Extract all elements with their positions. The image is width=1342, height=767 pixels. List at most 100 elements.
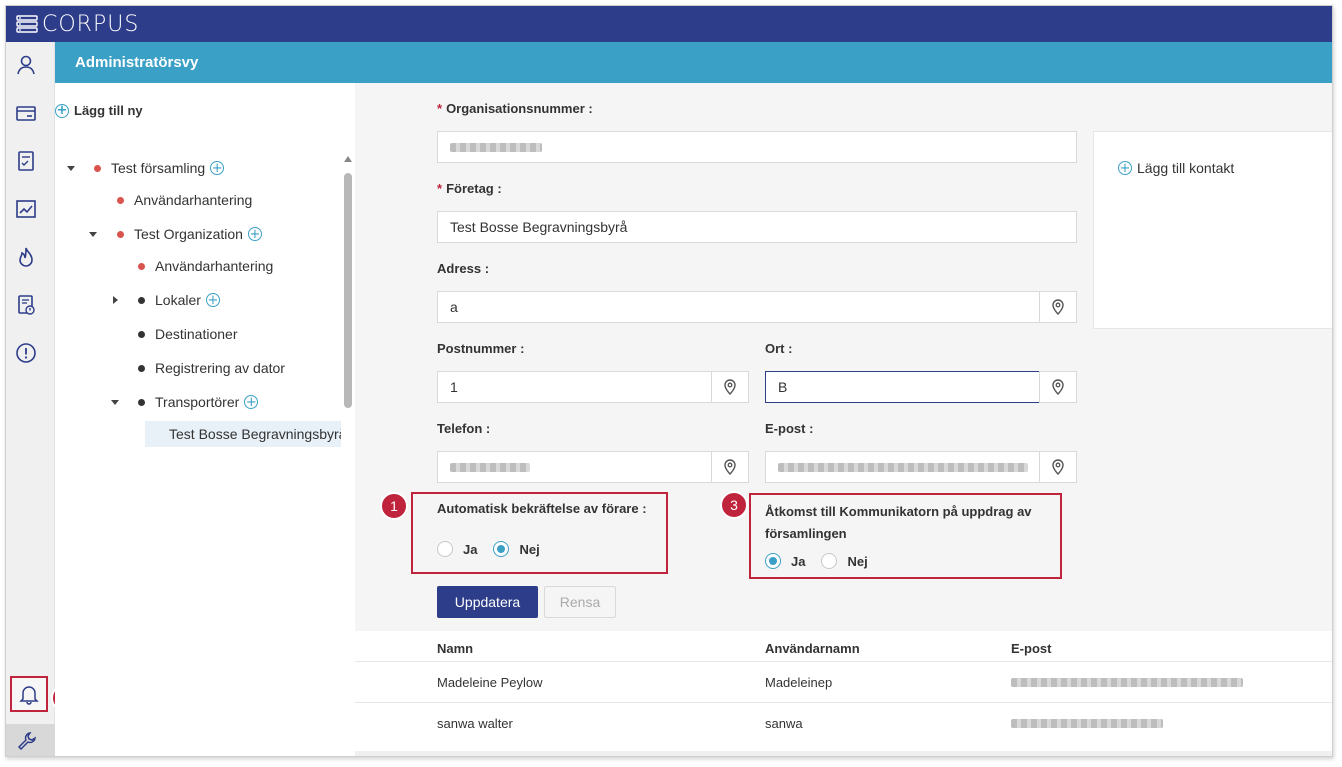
cell-email-redacted xyxy=(1011,719,1163,728)
clear-button[interactable]: Rensa xyxy=(544,586,616,618)
tree-node-label: Registrering av dator xyxy=(155,360,285,376)
report-icon[interactable] xyxy=(15,294,37,316)
tree-node[interactable]: Test församling + xyxy=(67,155,225,181)
app-window: CORPUS Administratörsvy + Lägg till ny T… xyxy=(5,5,1333,757)
add-circle-icon: + xyxy=(1118,160,1132,176)
caret-down-icon[interactable] xyxy=(67,166,75,171)
radio-nej[interactable] xyxy=(821,553,838,569)
add-child-icon[interactable]: + xyxy=(210,161,225,175)
radio-nej-label: Nej xyxy=(519,541,540,557)
update-button[interactable]: Uppdatera xyxy=(437,586,538,618)
address-label: Adress : xyxy=(437,261,490,276)
status-dot xyxy=(117,230,124,238)
tree-node[interactable]: Lokaler + xyxy=(113,287,220,313)
map-pin-icon xyxy=(724,459,736,475)
checklist-icon[interactable] xyxy=(15,150,37,172)
tree-node-label: Användarhantering xyxy=(155,258,274,274)
postal-code-location-button[interactable] xyxy=(711,371,749,403)
settings-area xyxy=(6,724,55,756)
auto-confirm-radio-group: Ja Nej xyxy=(437,541,556,557)
caret-right-icon[interactable] xyxy=(113,296,118,304)
tree-node-label: Test församling xyxy=(111,160,206,176)
phone-label: Telefon : xyxy=(437,421,491,436)
scroll-up-icon[interactable] xyxy=(344,156,352,162)
status-dot xyxy=(138,330,145,338)
radio-nej[interactable] xyxy=(493,541,510,557)
address-input[interactable]: a xyxy=(437,291,1041,323)
tree-node-label: Test Bosse Begravningsbyrå xyxy=(169,426,341,442)
communicator-access-radio-group: Ja Nej xyxy=(765,553,884,569)
top-bar: CORPUS xyxy=(6,6,1332,42)
column-header-name: Namn xyxy=(437,641,474,656)
map-pin-icon xyxy=(1052,459,1064,475)
notifications-highlight xyxy=(10,676,48,712)
map-pin-icon xyxy=(1052,379,1064,395)
tree-node-selected[interactable]: Test Bosse Begravningsbyrå xyxy=(145,421,341,447)
status-dot xyxy=(138,364,145,372)
radio-ja[interactable] xyxy=(437,541,453,557)
city-label: Ort : xyxy=(765,341,793,356)
table-row[interactable]: sanwa walter sanwa xyxy=(355,702,1332,743)
logo-icon xyxy=(16,15,38,33)
add-new-label: Lägg till ny xyxy=(74,103,143,118)
cell-name: sanwa walter xyxy=(437,716,513,731)
org-number-input[interactable] xyxy=(437,131,1077,163)
flame-icon[interactable] xyxy=(15,246,37,268)
communicator-access-label: Åtkomst till Kommunikatorn på uppdrag av… xyxy=(765,504,1032,541)
postal-code-label: Postnummer : xyxy=(437,341,525,356)
tree-node-label: Test Organization xyxy=(134,226,243,242)
tree-node[interactable]: Test Organization + xyxy=(89,221,262,247)
status-dot xyxy=(138,398,145,406)
tree-node[interactable]: Transportörer + xyxy=(111,389,259,415)
status-dot xyxy=(138,296,145,304)
tree-node[interactable]: Användarhantering xyxy=(117,187,252,213)
wrench-icon[interactable] xyxy=(16,730,38,752)
table-row[interactable]: Madeleine Peylow Madeleinep xyxy=(355,661,1332,702)
postal-code-input[interactable]: 1 xyxy=(437,371,713,403)
address-location-button[interactable] xyxy=(1039,291,1077,323)
redacted-value xyxy=(450,142,542,152)
email-label: E-post : xyxy=(765,421,814,436)
card-icon[interactable] xyxy=(15,102,37,124)
city-location-button[interactable] xyxy=(1039,371,1077,403)
cell-username: sanwa xyxy=(765,716,803,731)
company-input[interactable]: Test Bosse Begravningsbyrå xyxy=(437,211,1077,243)
tree-node-label: Transportörer xyxy=(155,394,240,410)
tree-node[interactable]: Destinationer xyxy=(138,321,238,347)
cell-email-redacted xyxy=(1011,678,1243,687)
email-location-button[interactable] xyxy=(1039,451,1077,483)
add-child-icon[interactable]: + xyxy=(205,293,220,307)
caret-down-icon[interactable] xyxy=(111,400,119,405)
map-pin-icon xyxy=(1052,299,1064,315)
add-contact-button[interactable]: + Lägg till kontakt xyxy=(1118,160,1234,176)
bell-icon[interactable] xyxy=(18,683,40,705)
tree-node-label: Destinationer xyxy=(155,326,238,342)
add-child-icon[interactable]: + xyxy=(247,227,262,241)
page-title: Administratörsvy xyxy=(75,54,199,71)
annotation-badge-1: 1 xyxy=(380,492,408,520)
email-input[interactable] xyxy=(765,451,1041,483)
phone-location-button[interactable] xyxy=(711,451,749,483)
radio-ja[interactable] xyxy=(765,553,781,569)
tree-scrollbar[interactable] xyxy=(344,151,352,411)
company-label: * Företag : xyxy=(437,181,502,196)
cell-name: Madeleine Peylow xyxy=(437,675,543,690)
redacted-value xyxy=(450,462,530,472)
add-child-icon[interactable]: + xyxy=(244,395,259,409)
tree-node[interactable]: Registrering av dator xyxy=(138,355,285,381)
chart-icon[interactable] xyxy=(15,198,37,220)
user-icon[interactable] xyxy=(15,54,37,76)
add-new-button[interactable]: + Lägg till ny xyxy=(55,103,143,118)
icon-sidebar xyxy=(6,42,55,756)
phone-input[interactable] xyxy=(437,451,713,483)
city-input[interactable]: B xyxy=(765,371,1041,403)
tree-node[interactable]: Användarhantering xyxy=(138,253,273,279)
auto-confirm-label: Automatisk bekräftelse av förare : xyxy=(437,501,647,516)
caret-down-icon[interactable] xyxy=(89,232,97,237)
radio-ja-label: Ja xyxy=(791,553,806,569)
tree-node-label: Lokaler xyxy=(155,292,201,308)
cell-username: Madeleinep xyxy=(765,675,833,690)
scroll-thumb[interactable] xyxy=(344,173,352,408)
column-header-username: Användarnamn xyxy=(765,641,860,656)
alert-icon[interactable] xyxy=(15,342,37,364)
